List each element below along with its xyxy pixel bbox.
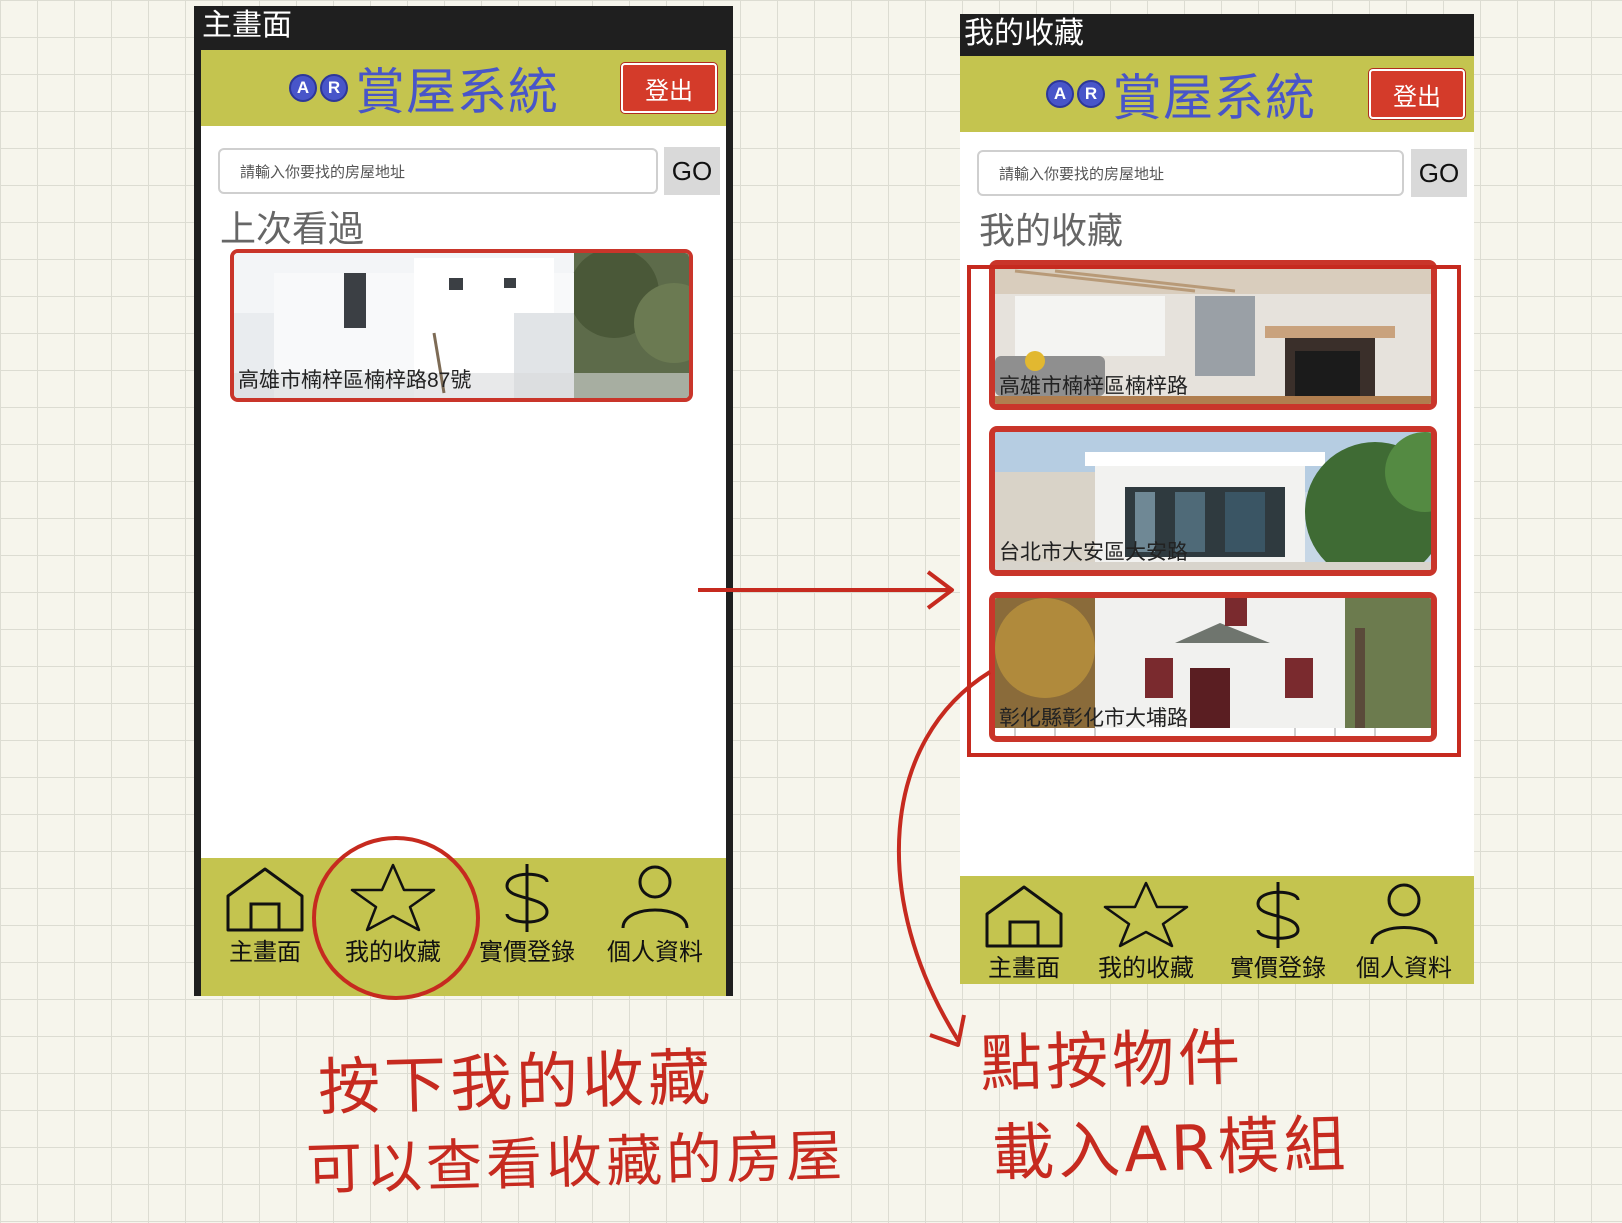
annotation-right-line2: 載入AR模組 [991,1107,1351,1190]
annotation-overlay [312,265,1461,1047]
annotation-right-line1: 點按物件 [979,1020,1246,1101]
annotation-left-line2: 可以查看收藏的房屋 [305,1123,847,1204]
favorites-highlight-circle [312,836,480,1000]
annotation-left-line1: 按下我的收藏 [317,1040,716,1125]
favorites-list-highlight [967,265,1461,757]
curved-arrow-line [896,670,992,1042]
